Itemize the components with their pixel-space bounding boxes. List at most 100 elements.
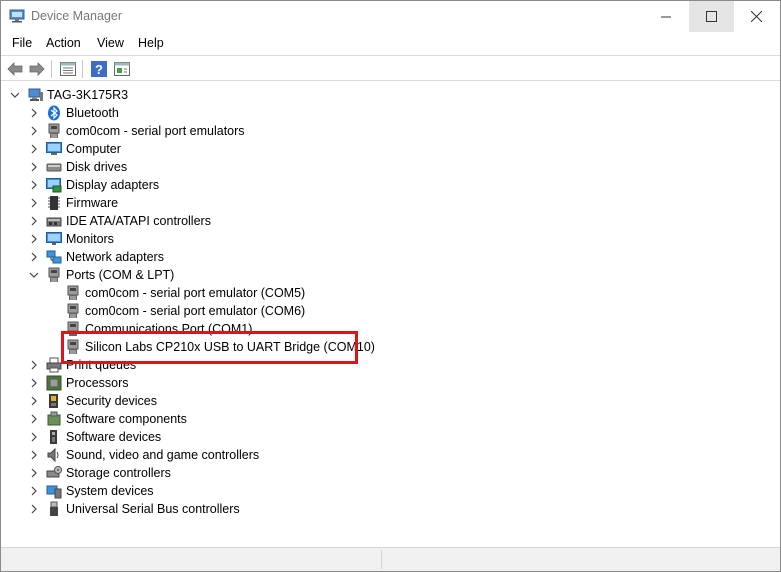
window-title: Device Manager [31,9,123,23]
tree-category-firmware[interactable]: Firmware [1,194,301,212]
tree-category-com0com[interactable]: com0com - serial port emulators [1,122,301,140]
update-driver-icon [114,62,130,76]
chevron-right-icon[interactable] [29,162,39,172]
chevron-right-icon[interactable] [29,432,39,442]
menu-help[interactable]: Help [138,36,164,50]
chevron-right-icon[interactable] [29,468,39,478]
menu-action[interactable]: Action [46,36,81,50]
tree-category-label: Display adapters [66,178,160,192]
tree-category-label: IDE ATA/ATAPI controllers [66,214,211,228]
computer-icon [28,88,43,101]
toolbar-separator [82,60,83,78]
forward-button[interactable] [28,60,46,78]
close-button[interactable] [734,1,779,32]
back-button[interactable] [6,60,24,78]
chevron-right-icon[interactable] [29,504,39,514]
maximize-icon [706,11,717,22]
display-adapter-icon [46,178,62,193]
chevron-right-icon[interactable] [29,198,39,208]
forward-arrow-icon [29,62,45,76]
tree-category-label: Sound, video and game controllers [66,448,260,462]
printer-icon [46,357,62,373]
tree-device-label: com0com - serial port emulator (COM5) [85,286,306,300]
tree-category-network-adapters[interactable]: Network adapters [1,248,301,266]
chevron-right-icon[interactable] [29,378,39,388]
menu-view[interactable]: View [97,36,124,50]
tree-category-label: Security devices [66,394,158,408]
chevron-right-icon[interactable] [29,126,39,136]
tree-category-label: Software devices [66,430,162,444]
minimize-icon [661,16,671,18]
toolbar: ? [1,55,780,81]
tree-category-sound-video-game[interactable]: Sound, video and game controllers [1,446,321,464]
tree-category-label: Disk drives [66,160,128,174]
minimize-button[interactable] [644,1,689,32]
update-driver-button[interactable] [113,60,131,78]
menu-bar: File Action View Help [1,32,780,54]
port-icon [48,267,60,282]
tree-category-system-devices[interactable]: System devices [1,482,301,500]
firmware-icon [48,196,60,210]
tree-category-computer[interactable]: Computer [1,140,301,158]
help-icon: ? [91,61,107,77]
tree-category-security-devices[interactable]: Security devices [1,392,301,410]
help-button[interactable]: ? [90,60,108,78]
software-component-icon [47,411,61,426]
tree-category-software-components[interactable]: Software components [1,410,301,428]
chevron-right-icon[interactable] [29,108,39,118]
tree-category-label: Network adapters [66,250,164,264]
tree-root[interactable]: TAG-3K175R3 [1,86,301,104]
toolbar-separator [51,60,52,78]
port-icon [67,303,79,318]
chevron-right-icon[interactable] [29,360,39,370]
properties-icon [60,62,76,76]
maximize-button[interactable] [689,1,734,32]
tree-category-label: System devices [66,484,154,498]
tree-category-label: Bluetooth [66,106,119,120]
software-device-icon [50,430,57,444]
status-bar [1,547,780,571]
tree-category-monitors[interactable]: Monitors [1,230,301,248]
tree-category-usb-controllers[interactable]: Universal Serial Bus controllers [1,500,301,518]
chevron-right-icon[interactable] [29,414,39,424]
usb-icon [50,501,58,516]
tree-root-label: TAG-3K175R3 [47,88,129,102]
tree-device-com6[interactable]: com0com - serial port emulator (COM6) [1,302,361,320]
computer-icon [46,142,62,155]
device-tree: TAG-3K175R3 Bluetooth com0com - serial p… [1,82,780,547]
tree-category-label: Monitors [66,232,114,246]
tree-category-disk-drives[interactable]: Disk drives [1,158,301,176]
chevron-right-icon[interactable] [29,234,39,244]
properties-button[interactable] [59,60,77,78]
tree-category-storage-controllers[interactable]: Storage controllers [1,464,301,482]
close-icon [751,11,762,22]
device-manager-app-icon [9,9,25,23]
tree-category-software-devices[interactable]: Software devices [1,428,301,446]
title-bar[interactable]: Device Manager [1,1,780,32]
chevron-right-icon[interactable] [29,450,39,460]
chevron-right-icon[interactable] [29,144,39,154]
chevron-right-icon[interactable] [29,252,39,262]
tree-category-bluetooth[interactable]: Bluetooth [1,104,301,122]
tree-device-com5[interactable]: com0com - serial port emulator (COM5) [1,284,361,302]
tree-category-label: Storage controllers [66,466,171,480]
tree-category-ide-controllers[interactable]: IDE ATA/ATAPI controllers [1,212,301,230]
tree-category-label: Firmware [66,196,119,210]
status-bar-divider [381,550,382,569]
chevron-right-icon[interactable] [29,486,39,496]
sound-icon [47,447,59,463]
network-icon [46,250,62,264]
chevron-right-icon[interactable] [29,180,39,190]
tree-category-ports[interactable]: Ports (COM & LPT) [1,266,301,284]
tree-category-label: Universal Serial Bus controllers [66,502,240,516]
system-icon [46,485,62,499]
menu-file[interactable]: File [12,36,32,50]
chevron-right-icon[interactable] [29,396,39,406]
chevron-down-icon[interactable] [29,270,39,280]
chevron-down-icon[interactable] [10,90,20,100]
tree-category-processors[interactable]: Processors [1,374,301,392]
tree-category-label: Processors [66,376,129,390]
chevron-right-icon[interactable] [29,216,39,226]
tree-category-display-adapters[interactable]: Display adapters [1,176,301,194]
device-manager-window: Device Manager File Action View Help ? T… [0,0,781,572]
